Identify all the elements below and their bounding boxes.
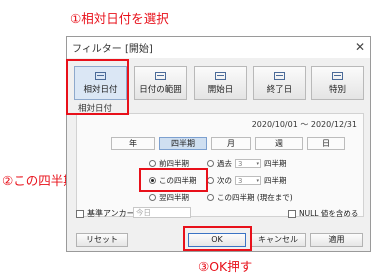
end-date-button[interactable]: 終了日 — [253, 66, 306, 100]
anchor-label: 基準アンカー — [87, 209, 135, 218]
radio-quarter-to-date[interactable]: この四半期 (現在まで) — [207, 192, 293, 203]
radio-next-quarter[interactable]: 翌四半期 — [149, 192, 189, 203]
relative-date-panel: 2020/10/01 ～ 2020/12/31 年 四半期 月 週 日 前四半期… — [76, 113, 364, 217]
period-week[interactable]: 週 — [255, 137, 303, 150]
special-button[interactable]: 特別 — [311, 66, 364, 100]
checkbox-box — [76, 209, 84, 218]
next-suffix: 四半期 — [264, 176, 287, 185]
next-n-input[interactable]: 3 — [235, 176, 261, 185]
last-suffix: 四半期 — [264, 159, 287, 168]
radio-circle — [149, 194, 156, 201]
annotation-step1: ①相対日付を選択 — [70, 11, 169, 26]
last-prefix: 過去 — [217, 159, 232, 168]
date-range-text: 2020/10/01 ～ 2020/12/31 — [251, 120, 357, 129]
period-day[interactable]: 日 — [307, 137, 345, 150]
last-n-input[interactable]: 3 — [235, 159, 261, 168]
end-date-label: 終了日 — [266, 84, 293, 95]
reset-button[interactable]: リセット — [76, 233, 128, 247]
radio-circle — [207, 194, 214, 201]
radio-next-n[interactable]: 次の 3 四半期 — [207, 175, 287, 186]
annotation-step3: ③OK押す — [198, 259, 253, 274]
include-null-checkbox[interactable]: NULL 値を含める — [288, 208, 358, 219]
calendar-icon — [274, 71, 285, 80]
start-date-label: 開始日 — [207, 84, 234, 95]
radio-last-n[interactable]: 過去 3 四半期 — [207, 158, 287, 169]
close-icon[interactable]: ✕ — [355, 40, 365, 54]
highlight-this-quarter — [139, 168, 208, 192]
highlight-relative-date — [66, 59, 129, 115]
dialog-title: フィルター [開始] — [72, 44, 153, 55]
radio-to-date-label: この四半期 (現在まで) — [217, 193, 293, 202]
radio-circle — [207, 177, 214, 184]
dialog-titlebar: フィルター [開始] ✕ — [67, 37, 370, 58]
calendar-icon — [215, 71, 226, 80]
cancel-button[interactable]: キャンセル — [250, 233, 306, 247]
radio-circle — [207, 160, 214, 167]
checkbox-box — [288, 209, 296, 218]
period-year[interactable]: 年 — [111, 137, 155, 150]
anchor-checkbox[interactable]: 基準アンカー — [76, 208, 135, 219]
radio-next-label: 翌四半期 — [159, 193, 189, 202]
anchor-date-input[interactable]: 今日 — [133, 207, 191, 218]
highlight-ok-button — [183, 226, 252, 251]
include-null-label: NULL 値を含める — [299, 209, 359, 218]
radio-circle — [149, 160, 156, 167]
next-prefix: 次の — [217, 176, 232, 185]
start-date-button[interactable]: 開始日 — [194, 66, 247, 100]
apply-button[interactable]: 適用 — [310, 233, 363, 247]
date-range-label: 日付の範囲 — [139, 84, 182, 95]
date-range-button[interactable]: 日付の範囲 — [134, 66, 187, 100]
special-label: 特別 — [328, 84, 346, 95]
period-month[interactable]: 月 — [211, 137, 251, 150]
period-quarter[interactable]: 四半期 — [159, 137, 207, 150]
calendar-icon — [155, 71, 166, 80]
calendar-icon — [332, 71, 343, 80]
